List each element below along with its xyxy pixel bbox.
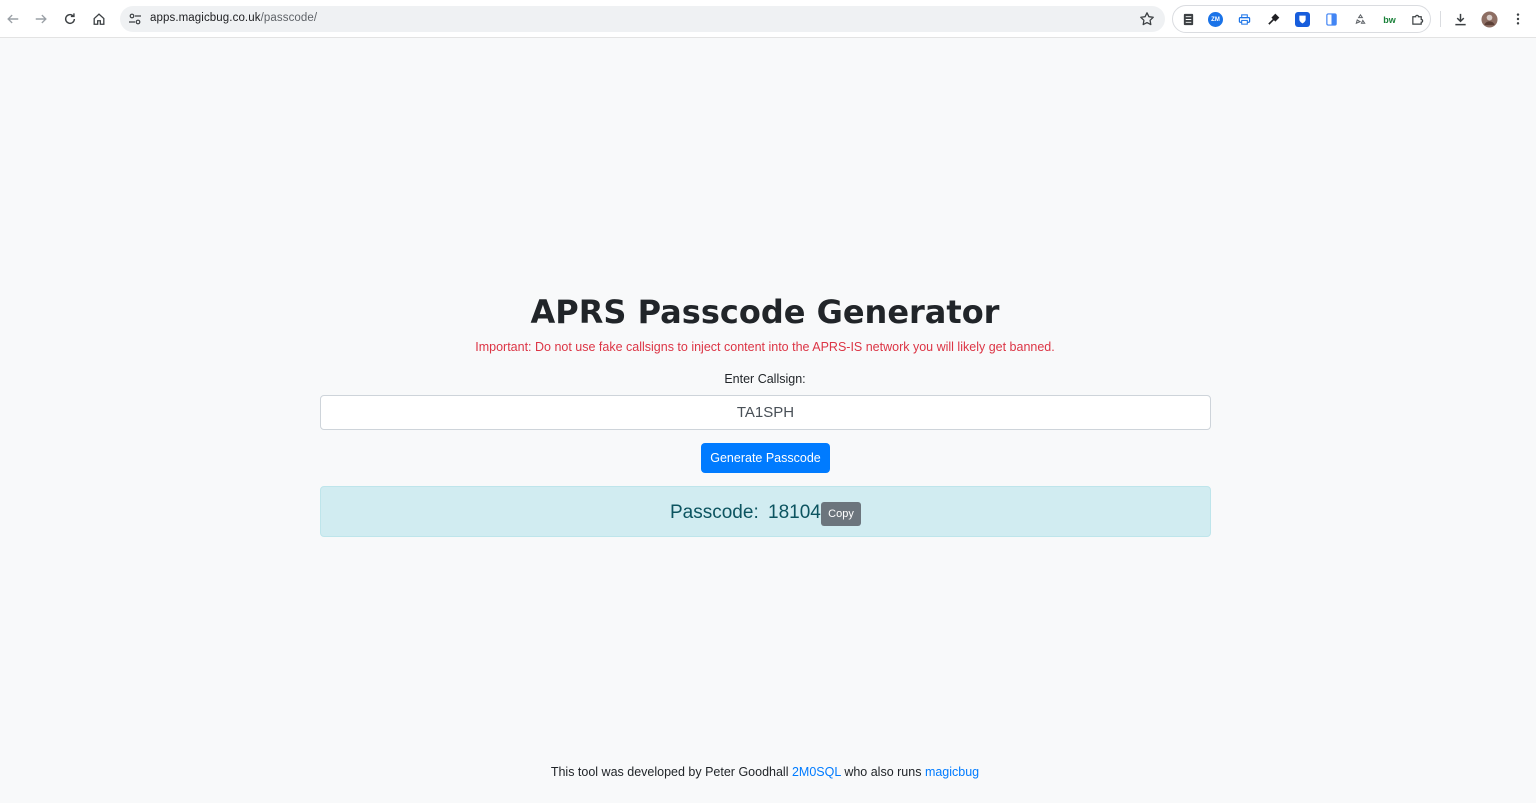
address-bar[interactable]: apps.magicbug.co.uk/passcode/ bbox=[120, 6, 1165, 32]
footer-link-2m0sql[interactable]: 2M0SQL bbox=[792, 765, 841, 779]
generate-passcode-button[interactable]: Generate Passcode bbox=[701, 443, 830, 473]
extension-eyedropper-icon[interactable] bbox=[1266, 12, 1281, 27]
footer-link-magicbug[interactable]: magicbug bbox=[925, 765, 979, 779]
callsign-input[interactable] bbox=[320, 395, 1211, 430]
toolbar-divider bbox=[1440, 11, 1441, 27]
site-info-icon[interactable] bbox=[128, 12, 142, 26]
download-icon[interactable] bbox=[1451, 10, 1469, 28]
profile-avatar[interactable] bbox=[1480, 10, 1498, 28]
back-arrow-icon[interactable] bbox=[3, 9, 23, 29]
passcode-result-alert: Passcode: 18104 Copy bbox=[320, 486, 1211, 537]
kebab-menu-icon[interactable] bbox=[1509, 10, 1527, 28]
extension-reader-icon[interactable] bbox=[1324, 12, 1339, 27]
extensions-puzzle-icon[interactable] bbox=[1410, 12, 1425, 27]
footer: This tool was developed by Peter Goodhal… bbox=[0, 765, 1530, 779]
passcode-label: Passcode: bbox=[670, 502, 759, 523]
footer-text-middle: who also runs bbox=[844, 765, 922, 779]
browser-toolbar: apps.magicbug.co.uk/passcode/ ZM bw bbox=[0, 0, 1536, 38]
extension-zoom-icon[interactable]: ZM bbox=[1208, 12, 1223, 27]
url-host: apps.magicbug.co.uk bbox=[150, 12, 261, 24]
page-title: APRS Passcode Generator bbox=[530, 293, 1000, 331]
footer-text-before: This tool was developed by Peter Goodhal… bbox=[550, 765, 789, 779]
url-text: apps.magicbug.co.uk/passcode/ bbox=[150, 12, 317, 24]
passcode-value: 18104 bbox=[768, 502, 821, 523]
extension-bitwarden-icon[interactable] bbox=[1295, 12, 1310, 27]
extensions-bar: ZM bw bbox=[1172, 5, 1431, 33]
extension-recycle-icon[interactable] bbox=[1353, 12, 1368, 27]
extension-print-icon[interactable] bbox=[1237, 12, 1252, 27]
reload-icon[interactable] bbox=[60, 9, 80, 29]
warning-message: Important: Do not use fake callsigns to … bbox=[475, 340, 1055, 354]
extension-stack-icon[interactable] bbox=[1181, 12, 1196, 27]
home-icon[interactable] bbox=[89, 9, 109, 29]
url-path: /passcode/ bbox=[260, 12, 318, 24]
extension-bw-icon[interactable]: bw bbox=[1382, 12, 1397, 27]
forward-arrow-icon[interactable] bbox=[31, 9, 51, 29]
copy-button[interactable]: Copy bbox=[821, 502, 861, 526]
star-icon[interactable] bbox=[1139, 11, 1155, 27]
callsign-label: Enter Callsign: bbox=[724, 372, 806, 386]
passcode-text: Passcode: 18104 bbox=[670, 502, 821, 524]
